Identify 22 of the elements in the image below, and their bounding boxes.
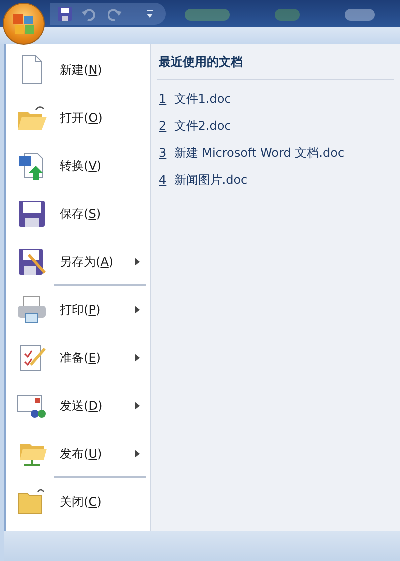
dropdown-icon[interactable] <box>146 8 154 18</box>
menu-item[interactable]: 发送(D) <box>6 382 150 430</box>
office-button[interactable] <box>3 3 45 45</box>
blurred-shape <box>275 9 300 21</box>
save-icon[interactable] <box>58 6 72 20</box>
recent-documents-heading: 最近使用的文档 <box>157 44 394 80</box>
recent-document-item[interactable]: 4 新闻图片.doc <box>157 167 394 194</box>
menu-item[interactable]: 转换(V) <box>6 142 150 190</box>
blurred-shape <box>185 9 230 21</box>
printer-icon <box>16 294 48 326</box>
office-logo <box>11 11 37 37</box>
recent-document-item[interactable]: 3 新建 Microsoft Word 文档.doc <box>157 140 394 167</box>
menu-item[interactable]: 打印(P) <box>6 286 150 334</box>
blurred-shape <box>345 9 375 21</box>
menu-item[interactable]: 保存(S) <box>6 190 150 238</box>
floppy-disk-icon <box>16 246 48 278</box>
menu-item[interactable]: 准备(E) <box>6 334 150 382</box>
menu-item[interactable]: 新建(N) <box>6 46 150 94</box>
menu-item[interactable]: 打开(O) <box>6 94 150 142</box>
menu-item[interactable]: 关闭(C) <box>6 478 150 526</box>
recent-document-item[interactable]: 2 文件2.doc <box>157 113 394 140</box>
recent-document-item[interactable]: 1 文件1.doc <box>157 86 394 113</box>
